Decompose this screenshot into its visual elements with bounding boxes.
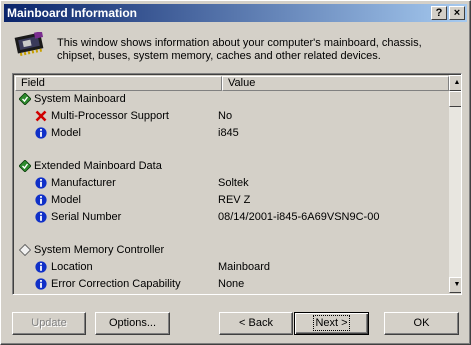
- info-icon: [35, 126, 47, 139]
- description-text: This window shows information about your…: [57, 37, 422, 62]
- mainboard-chip-icon: [14, 32, 44, 56]
- table-row[interactable]: Error Correction Capability None: [15, 276, 449, 293]
- field-label: Error Correction Capability: [51, 277, 181, 290]
- next-button-label: Next >: [313, 315, 350, 331]
- green-diamond-icon: [18, 159, 32, 173]
- group-row[interactable]: System Mainboard: [15, 91, 449, 108]
- table-row[interactable]: Model i845: [15, 125, 449, 142]
- vertical-scrollbar[interactable]: ▲ ▼: [449, 75, 461, 293]
- column-header-field[interactable]: Field: [15, 76, 222, 91]
- mainboard-info-window: Mainboard Information ? × This window sh…: [0, 0, 471, 345]
- info-icon: [35, 177, 47, 189]
- field-value: None: [218, 277, 245, 290]
- blank-row: [15, 225, 449, 242]
- field-value: i845: [218, 126, 239, 139]
- info-icon: [35, 194, 47, 206]
- info-icon: [35, 210, 47, 223]
- table-row[interactable]: Multi-Processor Support No: [15, 108, 449, 125]
- table-row[interactable]: Manufacturer Soltek: [15, 175, 449, 192]
- window-title: Mainboard Information: [7, 6, 137, 20]
- field-value: Soltek: [218, 176, 249, 189]
- scroll-thumb[interactable]: [449, 91, 461, 107]
- close-button[interactable]: ×: [449, 6, 465, 20]
- field-value: REV Z: [218, 193, 251, 206]
- options-button[interactable]: Options...: [95, 312, 170, 335]
- field-label: System Mainboard: [34, 93, 126, 105]
- field-label: Serial Number: [51, 210, 122, 223]
- field-label: Extended Mainboard Data: [34, 160, 162, 173]
- help-button[interactable]: ?: [431, 6, 447, 20]
- info-icon: [35, 261, 47, 273]
- field-value: No: [218, 109, 233, 122]
- back-button[interactable]: < Back: [219, 312, 293, 335]
- group-row[interactable]: System Memory Controller: [15, 242, 449, 259]
- table-row[interactable]: Location Mainboard: [15, 259, 449, 276]
- scroll-up-button[interactable]: ▲: [449, 75, 461, 91]
- table-row[interactable]: Model REV Z: [15, 192, 449, 209]
- field-value: 08/14/2001-i845-6A69VSN9C-00: [218, 210, 380, 223]
- scroll-down-button[interactable]: ▼: [449, 277, 461, 293]
- blank-row: [15, 141, 449, 158]
- next-button[interactable]: Next >: [294, 312, 369, 335]
- update-button[interactable]: Update: [12, 312, 86, 335]
- field-label: Model: [51, 193, 81, 206]
- gray-diamond-icon: [18, 244, 32, 257]
- red-x-icon: [35, 110, 47, 122]
- field-value: Mainboard: [218, 260, 270, 273]
- ok-button[interactable]: OK: [384, 312, 459, 335]
- field-label: System Memory Controller: [34, 244, 165, 257]
- list-rows: System Mainboard Multi-Processor Support N…: [15, 91, 449, 293]
- green-diamond-icon: [18, 92, 32, 106]
- field-label: Multi-Processor Support: [51, 109, 169, 122]
- column-header-value[interactable]: Value: [222, 76, 449, 91]
- title-bar[interactable]: Mainboard Information ? ×: [4, 4, 467, 22]
- field-label: Manufacturer: [51, 176, 116, 189]
- info-list[interactable]: Field Value System Mainboard Multi-Proces…: [12, 73, 462, 295]
- field-label: Model: [51, 126, 81, 139]
- table-row[interactable]: Serial Number 08/14/2001-i845-6A69VSN9C-0…: [15, 209, 449, 226]
- info-icon: [35, 278, 47, 290]
- group-row[interactable]: Extended Mainboard Data: [15, 158, 449, 175]
- field-label: Location: [51, 260, 93, 273]
